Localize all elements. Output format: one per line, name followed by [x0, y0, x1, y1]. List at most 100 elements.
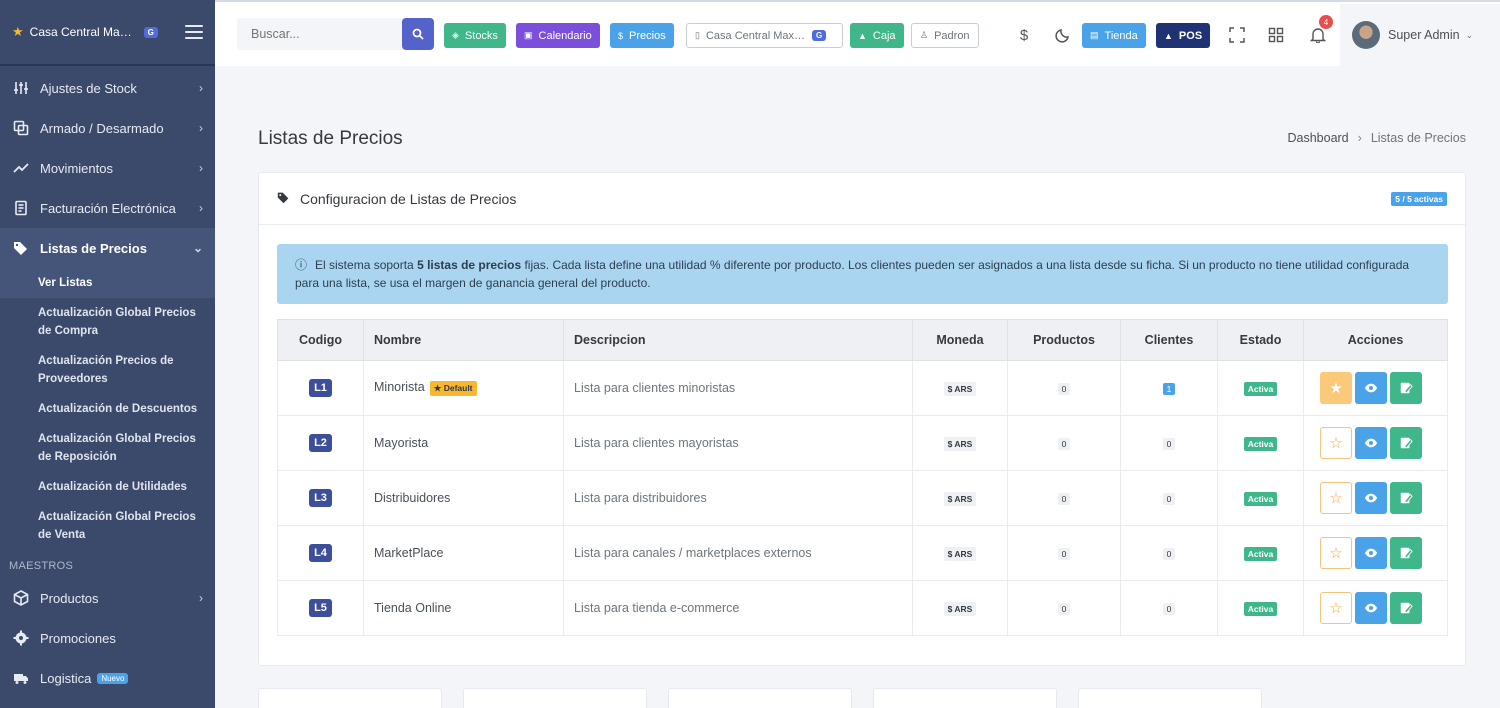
moon-icon[interactable] [1052, 24, 1074, 46]
code-badge: L4 [309, 544, 332, 562]
cube-icon: ◈ [452, 30, 459, 40]
sidebar-submenu: Ver Listas Actualización Global Precios … [0, 268, 215, 550]
products-count: 0 [1057, 493, 1071, 505]
products-count: 0 [1057, 548, 1071, 560]
apps-grid-icon[interactable] [1265, 24, 1287, 46]
status-badge: Activa [1243, 436, 1278, 451]
gear-icon [12, 629, 30, 647]
edit-button[interactable] [1390, 592, 1422, 624]
edit-icon [1400, 382, 1413, 394]
summary-card [463, 688, 647, 708]
padron-button[interactable]: ♙ Padron [911, 23, 979, 48]
edit-button[interactable] [1390, 537, 1422, 569]
submenu-item-precios-compra[interactable]: Actualización Global Precios de Compra [0, 298, 215, 346]
stocks-button[interactable]: ◈ Stocks [444, 23, 506, 48]
calendario-button[interactable]: ▣ Calendario [516, 23, 600, 48]
padron-label: Padron [934, 29, 970, 42]
truck-icon [12, 669, 30, 687]
eye-icon [1364, 603, 1378, 613]
summary-card [258, 688, 442, 708]
brand-name[interactable]: Casa Central Maxik... [30, 25, 138, 39]
status-badge: Activa [1243, 491, 1278, 506]
submenu-item-precios-proveedores[interactable]: Actualización Precios de Proveedores [0, 346, 215, 394]
fullscreen-icon[interactable] [1226, 24, 1248, 46]
currency-badge: $ ARS [943, 491, 977, 506]
submenu-item-ver-listas[interactable]: Ver Listas [0, 268, 215, 298]
submenu-item-utilidades[interactable]: Actualización de Utilidades [0, 472, 215, 502]
summary-card [668, 688, 852, 708]
caja-button[interactable]: ▲ Caja [850, 23, 904, 48]
sidebar-item-listas-precios[interactable]: Listas de Precios ⌄ [0, 228, 215, 268]
edit-button[interactable] [1390, 372, 1422, 404]
list-name: Minorista [374, 380, 425, 395]
submenu-item-descuentos[interactable]: Actualización de Descuentos [0, 394, 215, 424]
calendario-label: Calendario [538, 29, 592, 42]
search-input[interactable] [237, 18, 405, 50]
sidebar-item-label: Armado / Desarmado [40, 120, 164, 136]
sidebar-item-logistica[interactable]: Logistica Nuevo [0, 658, 215, 698]
status-badge: Activa [1243, 381, 1278, 396]
clients-count: 0 [1162, 493, 1176, 505]
sidebar-item-label: Facturación Electrónica [40, 200, 176, 216]
pos-icon: ▲ [1164, 30, 1173, 41]
sidebar-item-label: Logistica [40, 670, 92, 686]
status-badge: Activa [1243, 546, 1278, 561]
precios-button[interactable]: $ Precios [610, 23, 674, 48]
sidebar-item-label: Productos [40, 590, 99, 606]
user-menu[interactable]: Super Admin ⌄ [1340, 4, 1500, 66]
submenu-item-precios-reposicion[interactable]: Actualización Global Precios de Reposici… [0, 424, 215, 472]
avatar [1352, 21, 1380, 49]
search-button[interactable] [402, 18, 434, 50]
products-count: 0 [1057, 438, 1071, 450]
chevron-right-icon: › [1357, 131, 1362, 145]
price-lists-card: Configuracion de Listas de Precios 5 / 5… [258, 172, 1466, 666]
list-description: Lista para distribuidores [563, 470, 913, 526]
view-button[interactable] [1355, 372, 1387, 404]
submenu-item-precios-venta[interactable]: Actualización Global Precios de Venta [0, 502, 215, 550]
pos-button[interactable]: ▲ POS [1156, 23, 1211, 48]
sidebar-item-ajustes-stock[interactable]: Ajustes de Stock › [0, 68, 215, 108]
code-badge: L3 [309, 489, 332, 507]
stocks-label: Stocks [464, 29, 498, 42]
view-button[interactable] [1355, 592, 1387, 624]
view-button[interactable] [1355, 482, 1387, 514]
edit-button[interactable] [1390, 427, 1422, 459]
view-button[interactable] [1355, 427, 1387, 459]
currency-icon[interactable]: $ [1013, 24, 1035, 46]
set-default-button[interactable]: ☆ [1320, 427, 1352, 459]
currency-badge: $ ARS [943, 546, 977, 561]
card-title: Configuracion de Listas de Precios [300, 190, 517, 207]
info-alert: ⓘ El sistema soporta 5 listas de precios … [277, 244, 1448, 304]
col-descripcion: Descripcion [563, 319, 913, 361]
edit-button[interactable] [1390, 482, 1422, 514]
table-row: L4 MarketPlace Lista para canales / mark… [277, 525, 1448, 581]
star-outline-icon: ☆ [1329, 600, 1343, 617]
sidebar-item-productos[interactable]: Productos › [0, 578, 215, 618]
table-row: L1 Minorista ★ Default Lista para cliente… [277, 360, 1448, 416]
col-clientes: Clientes [1120, 319, 1218, 361]
tienda-label: Tienda [1104, 29, 1138, 42]
sidebar-item-facturacion[interactable]: Facturación Electrónica › [0, 188, 215, 228]
sucursal-button[interactable]: ▯ Casa Central Maxik... G [686, 23, 843, 48]
list-description: Lista para canales / marketplaces extern… [563, 525, 913, 581]
sidebar-section-maestros: MAESTROS [9, 560, 74, 572]
new-badge: Nuevo [97, 672, 129, 684]
trend-icon [12, 159, 30, 177]
breadcrumb-home[interactable]: Dashboard [1287, 131, 1348, 145]
sidebar-item-promociones[interactable]: Promociones [0, 618, 215, 658]
alert-text-bold: 5 listas de precios [417, 258, 522, 272]
view-button[interactable] [1355, 537, 1387, 569]
edit-icon [1400, 602, 1413, 614]
sidebar-item-armado[interactable]: Armado / Desarmado › [0, 108, 215, 148]
set-default-button[interactable]: ☆ [1320, 537, 1352, 569]
menu-toggle-icon[interactable] [185, 25, 203, 39]
sidebar-item-movimientos[interactable]: Movimientos › [0, 148, 215, 188]
list-description: Lista para clientes mayoristas [563, 415, 913, 471]
bell-icon[interactable]: 4 [1307, 15, 1333, 46]
set-default-button[interactable]: ★ [1320, 372, 1352, 404]
invoice-icon [12, 199, 30, 217]
set-default-button[interactable]: ☆ [1320, 482, 1352, 514]
tienda-button[interactable]: ▤ Tienda [1082, 23, 1146, 48]
set-default-button[interactable]: ☆ [1320, 592, 1352, 624]
breadcrumb: Dashboard › Listas de Precios [1287, 131, 1466, 145]
